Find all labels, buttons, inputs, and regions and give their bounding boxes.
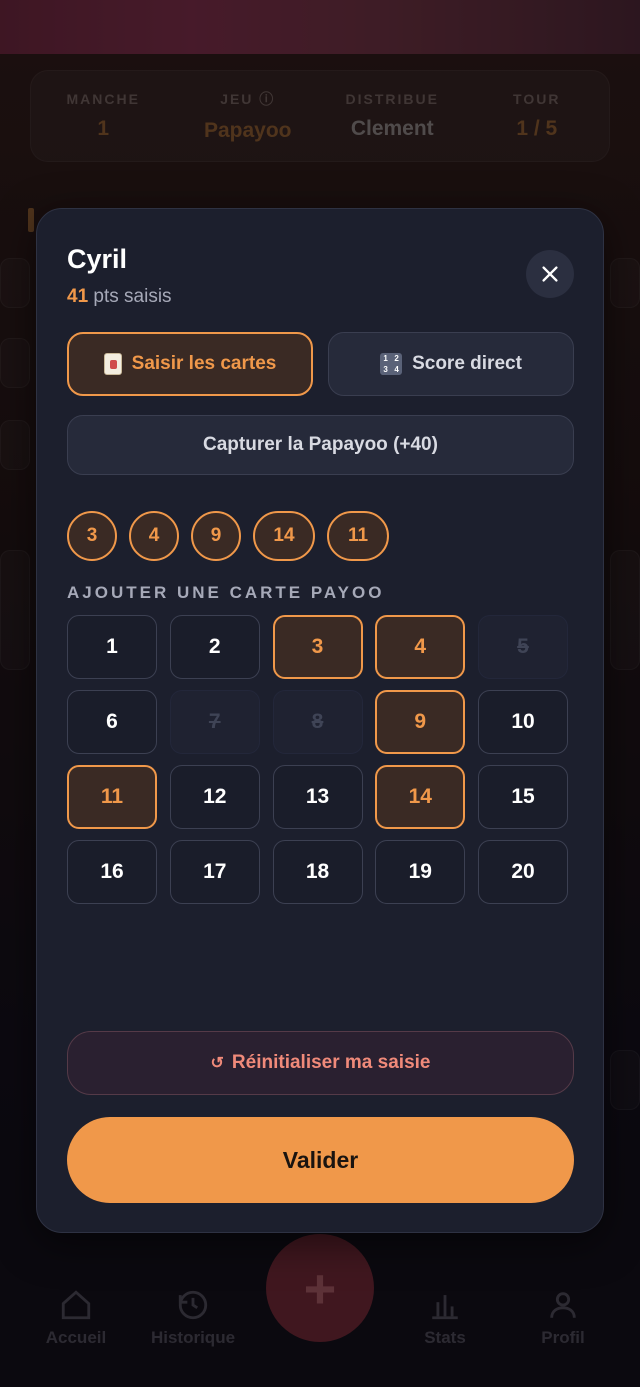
card-number: 14	[408, 785, 432, 808]
card-number: 6	[106, 710, 118, 733]
card-number: 19	[408, 860, 432, 883]
card-button-12[interactable]: 12	[169, 765, 260, 829]
reset-icon: ↺	[210, 1055, 224, 1072]
player-name: Cyril	[67, 244, 128, 274]
card-number: 8	[311, 710, 324, 733]
card-button-3[interactable]: 3	[272, 615, 363, 679]
card-number-grid: 1 2 3 4 5 6 7 8 9 10 11 12 13 14 15 16 17 18 19 20	[67, 615, 568, 904]
card-number: 7	[208, 710, 221, 733]
card-number: 16	[100, 860, 124, 883]
mode-direct-button[interactable]: 1234 Score direct	[328, 332, 574, 396]
card-number: 12	[203, 785, 227, 808]
card-button-5: 5	[478, 615, 568, 679]
selected-cards-chips: 3 4 9 14 11	[67, 511, 389, 561]
score-entry-modal: Cyril 41 pts saisis Saisir les cartes 12…	[36, 208, 604, 1233]
card-button-9[interactable]: 9	[375, 690, 466, 754]
capture-papayoo-button[interactable]: Capturer la Papayoo (+40)	[67, 415, 574, 475]
card-number: 17	[203, 860, 227, 883]
card-number: 20	[511, 860, 535, 883]
card-button-17[interactable]: 17	[169, 840, 260, 904]
reset-label: Réinitialiser ma saisie	[231, 1052, 431, 1073]
points-value: 41	[67, 286, 89, 307]
selected-card-chip[interactable]: 11	[327, 511, 389, 561]
card-number: 5	[517, 635, 529, 658]
card-button-19[interactable]: 19	[375, 840, 466, 904]
card-number: 3	[311, 635, 324, 658]
capture-label: Capturer la Papayoo (+40)	[203, 434, 438, 455]
card-button-10[interactable]: 10	[478, 690, 568, 754]
card-number: 1	[106, 635, 118, 658]
selected-card-chip[interactable]: 4	[129, 511, 179, 561]
card-button-11[interactable]: 11	[67, 765, 157, 829]
chip-label: 4	[148, 525, 160, 546]
submit-label: Valider	[282, 1146, 359, 1173]
numbers-icon: 1234	[380, 353, 403, 375]
points-suffix: pts saisis	[88, 286, 172, 307]
selected-card-chip[interactable]: 9	[191, 511, 241, 561]
card-button-13[interactable]: 13	[272, 765, 363, 829]
reset-entry-button[interactable]: ↺ Réinitialiser ma saisie	[67, 1031, 574, 1095]
mode-direct-label: Score direct	[412, 353, 522, 374]
card-number: 11	[100, 785, 124, 808]
chip-label: 9	[210, 525, 222, 546]
card-button-16[interactable]: 16	[67, 840, 157, 904]
card-number: 10	[511, 710, 535, 733]
selected-card-chip[interactable]: 3	[67, 511, 117, 561]
card-button-7: 7	[169, 690, 260, 754]
card-button-15[interactable]: 15	[478, 765, 568, 829]
card-button-8: 8	[272, 690, 363, 754]
chip-label: 3	[86, 525, 98, 546]
card-number: 13	[305, 785, 330, 808]
submit-button[interactable]: Valider	[67, 1117, 574, 1203]
card-number: 2	[208, 635, 221, 658]
chip-label: 11	[347, 525, 369, 546]
card-button-14[interactable]: 14	[375, 765, 466, 829]
selected-card-chip[interactable]: 14	[253, 511, 315, 561]
card-number: 9	[414, 710, 427, 733]
card-number: 4	[414, 635, 427, 658]
card-button-20[interactable]: 20	[478, 840, 568, 904]
add-card-section-title: AJOUTER UNE CARTE PAYOO	[67, 583, 385, 602]
card-number: 18	[305, 860, 330, 883]
card-button-1[interactable]: 1	[67, 615, 157, 679]
close-icon	[542, 266, 558, 282]
cards-icon	[103, 353, 122, 375]
mode-cards-button[interactable]: Saisir les cartes	[67, 332, 313, 396]
card-number: 15	[511, 785, 535, 808]
chip-label: 14	[273, 525, 295, 546]
card-button-2[interactable]: 2	[169, 615, 260, 679]
close-button[interactable]	[526, 250, 574, 298]
card-button-6[interactable]: 6	[67, 690, 157, 754]
card-button-18[interactable]: 18	[272, 840, 363, 904]
mode-cards-label: Saisir les cartes	[131, 353, 277, 374]
card-button-4[interactable]: 4	[375, 615, 466, 679]
points-summary: 41 pts saisis	[67, 286, 172, 308]
